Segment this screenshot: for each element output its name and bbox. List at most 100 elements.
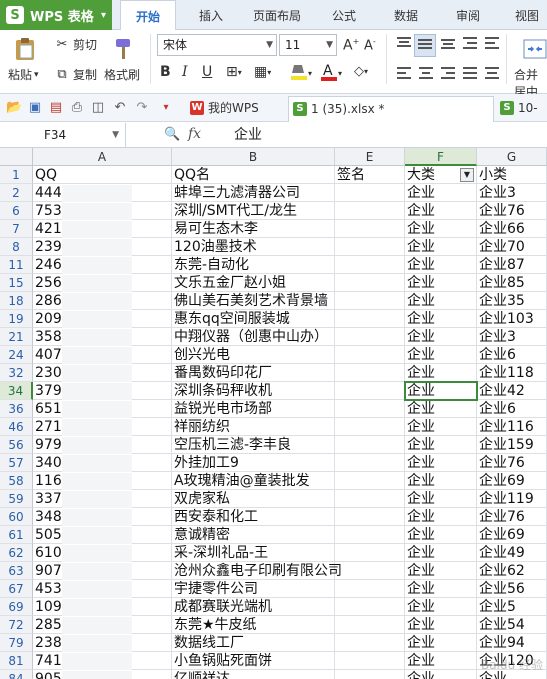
row-header[interactable]: 60 [0, 508, 33, 526]
tab-formulas[interactable]: 公式 [316, 0, 372, 30]
align-center-button[interactable] [418, 66, 434, 83]
category-cell[interactable]: 企业 [405, 346, 477, 364]
category-cell[interactable]: 企业 [405, 436, 477, 454]
redo-icon[interactable]: ↷ [134, 100, 150, 116]
subcategory-cell[interactable]: 企业6 [477, 400, 547, 418]
signature-cell[interactable] [335, 364, 405, 382]
subcategory-cell[interactable]: 企业118 [477, 364, 547, 382]
wps-app-menu-button[interactable]: S WPS 表格 ▾ [0, 0, 112, 30]
row-header[interactable]: 84 [0, 670, 33, 679]
signature-cell[interactable] [335, 310, 405, 328]
subcategory-cell[interactable]: 企业42 [477, 382, 547, 400]
category-cell[interactable]: 企业 [405, 364, 477, 382]
qq-name-cell[interactable]: 益锐光电市场部 [172, 400, 335, 418]
subcategory-cell[interactable]: 企业5 [477, 598, 547, 616]
subcategory-cell[interactable]: 企业3 [477, 328, 547, 346]
header-cell-qq-name[interactable]: QQ名 [172, 166, 335, 184]
align-bottom-button[interactable] [440, 36, 456, 53]
qq-name-cell[interactable]: 空压机三滤-李丰良 [172, 436, 335, 454]
row-header[interactable]: 19 [0, 310, 33, 328]
row-header[interactable]: 2 [0, 184, 33, 202]
header-cell-subcategory[interactable]: 小类 [477, 166, 547, 184]
fill-color-button[interactable]: ▾ [290, 62, 312, 85]
qq-name-cell[interactable]: 易可生态木李 [172, 220, 335, 238]
subcategory-cell[interactable]: 企业49 [477, 544, 547, 562]
format-painter-button[interactable]: 格式刷 [104, 66, 140, 83]
category-cell[interactable]: 企业 [405, 490, 477, 508]
row-header[interactable]: 72 [0, 616, 33, 634]
function-icon[interactable]: fx [188, 126, 201, 142]
signature-cell[interactable] [335, 562, 405, 580]
bold-button[interactable]: B [160, 64, 171, 80]
italic-button[interactable]: I [182, 64, 188, 80]
signature-cell[interactable] [335, 616, 405, 634]
export-pdf-icon[interactable]: ▤ [48, 100, 64, 116]
signature-cell[interactable] [335, 238, 405, 256]
print-icon[interactable]: ⎙ [69, 100, 85, 116]
subcategory-cell[interactable]: 企业54 [477, 616, 547, 634]
signature-cell[interactable] [335, 454, 405, 472]
signature-cell[interactable] [335, 580, 405, 598]
row-header[interactable]: 11 [0, 256, 33, 274]
qq-name-cell[interactable]: 采-深圳礼品-王 [172, 544, 335, 562]
qq-name-cell[interactable]: 东莞-自动化 [172, 256, 335, 274]
signature-cell[interactable] [335, 670, 405, 679]
subcategory-cell[interactable]: 企业6 [477, 346, 547, 364]
tab-page-layout[interactable]: 页面布局 [244, 0, 310, 30]
subcategory-cell[interactable]: 企业62 [477, 562, 547, 580]
category-cell[interactable]: 企业 [405, 220, 477, 238]
column-header-g[interactable]: G [477, 148, 547, 166]
distribute-button[interactable] [484, 66, 500, 83]
doc-tab-other-workbook[interactable]: S 10-25.x [496, 96, 547, 139]
name-box[interactable]: F34 ▼ [0, 123, 126, 147]
customize-toolbar-icon[interactable]: ▾ [158, 100, 174, 116]
category-cell[interactable]: 企业 [405, 472, 477, 490]
category-cell[interactable]: 企业 [405, 652, 477, 670]
qq-name-cell[interactable]: 数据线工厂 [172, 634, 335, 652]
category-cell[interactable]: 企业 [405, 274, 477, 292]
qq-name-cell[interactable]: 深圳/SMT代工/龙生 [172, 202, 335, 220]
qq-name-cell[interactable]: 番禺数码印花厂 [172, 364, 335, 382]
subcategory-cell[interactable]: 企业69 [477, 472, 547, 490]
subcategory-cell[interactable]: 企业56 [477, 580, 547, 598]
subcategory-cell[interactable]: 企业66 [477, 220, 547, 238]
signature-cell[interactable] [335, 220, 405, 238]
row-header[interactable]: 61 [0, 526, 33, 544]
category-cell[interactable]: 企业 [405, 562, 477, 580]
print-preview-icon[interactable]: ◫ [90, 100, 106, 116]
row-header[interactable]: 7 [0, 220, 33, 238]
align-right-button[interactable] [440, 66, 456, 83]
category-cell[interactable]: 企业 [405, 526, 477, 544]
align-top-button[interactable] [396, 36, 412, 53]
signature-cell[interactable] [335, 508, 405, 526]
category-cell[interactable]: 企业 [405, 670, 477, 679]
signature-cell[interactable] [335, 526, 405, 544]
qq-name-cell[interactable]: 祥丽纺织 [172, 418, 335, 436]
row-header[interactable]: 21 [0, 328, 33, 346]
category-cell[interactable]: 企业 [405, 310, 477, 328]
column-header-a[interactable]: A [33, 148, 172, 166]
category-cell[interactable]: 企业 [405, 328, 477, 346]
qq-name-cell[interactable]: 宇捷零件公司 [172, 580, 335, 598]
cut-button[interactable]: ✂ 剪切 [54, 36, 97, 53]
signature-cell[interactable] [335, 202, 405, 220]
row-header[interactable]: 63 [0, 562, 33, 580]
signature-cell[interactable] [335, 652, 405, 670]
save-icon[interactable]: ▣ [27, 100, 43, 116]
border-button[interactable]: ⊞ ▾ [226, 64, 242, 80]
tab-review[interactable]: 审阅 [440, 0, 496, 30]
signature-cell[interactable] [335, 346, 405, 364]
qq-name-cell[interactable]: 外挂加工9 [172, 454, 335, 472]
merge-cells-icon[interactable] [522, 36, 547, 62]
category-cell[interactable]: 企业 [405, 418, 477, 436]
row-header[interactable]: 69 [0, 598, 33, 616]
row-header[interactable]: 58 [0, 472, 33, 490]
qq-name-cell[interactable]: 120油墨技术 [172, 238, 335, 256]
subcategory-cell[interactable]: 企业94 [477, 634, 547, 652]
qq-name-cell[interactable]: 文乐五金厂赵小姐 [172, 274, 335, 292]
category-cell[interactable]: 企业 [405, 454, 477, 472]
subcategory-cell[interactable]: 企业103 [477, 310, 547, 328]
justify-button[interactable] [462, 66, 478, 83]
qq-name-cell[interactable]: 惠东qq空间服装城 [172, 310, 335, 328]
doc-tab-my-wps[interactable]: W 我的WPS [186, 96, 282, 122]
